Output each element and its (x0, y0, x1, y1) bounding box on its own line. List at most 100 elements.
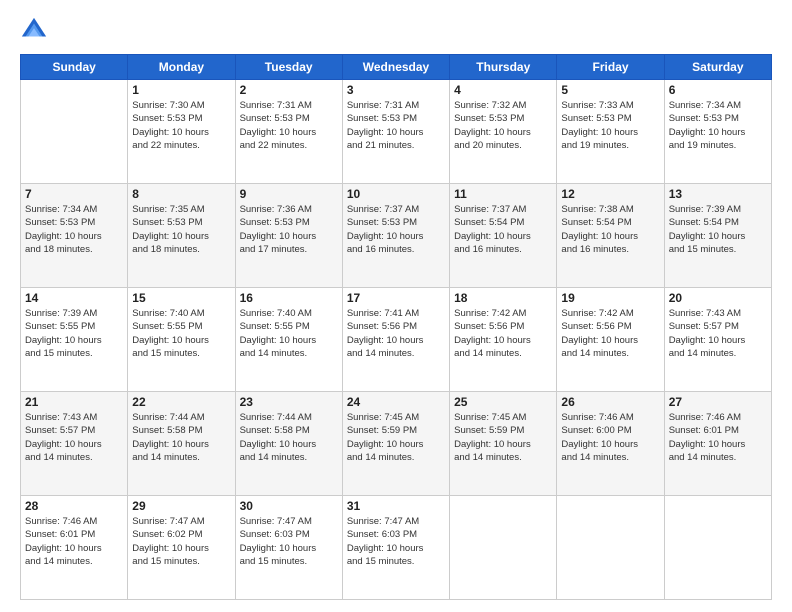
day-cell: 7 Sunrise: 7:34 AM Sunset: 5:53 PM Daylig… (21, 184, 128, 288)
day-number: 13 (669, 187, 767, 201)
day-cell: 5 Sunrise: 7:33 AM Sunset: 5:53 PM Daylig… (557, 80, 664, 184)
day-cell: 28 Sunrise: 7:46 AM Sunset: 6:01 PM Dayli… (21, 496, 128, 600)
day-number: 8 (132, 187, 230, 201)
week-row-2: 7 Sunrise: 7:34 AM Sunset: 5:53 PM Daylig… (21, 184, 772, 288)
day-info: Sunrise: 7:47 AM Sunset: 6:03 PM Dayligh… (240, 515, 338, 568)
day-cell: 26 Sunrise: 7:46 AM Sunset: 6:00 PM Dayli… (557, 392, 664, 496)
day-cell: 2 Sunrise: 7:31 AM Sunset: 5:53 PM Daylig… (235, 80, 342, 184)
weekday-header-thursday: Thursday (450, 55, 557, 80)
day-cell (664, 496, 771, 600)
day-number: 5 (561, 83, 659, 97)
weekday-header-wednesday: Wednesday (342, 55, 449, 80)
day-info: Sunrise: 7:39 AM Sunset: 5:55 PM Dayligh… (25, 307, 123, 360)
day-number: 2 (240, 83, 338, 97)
day-info: Sunrise: 7:43 AM Sunset: 5:57 PM Dayligh… (669, 307, 767, 360)
day-number: 31 (347, 499, 445, 513)
day-cell: 1 Sunrise: 7:30 AM Sunset: 5:53 PM Daylig… (128, 80, 235, 184)
day-number: 22 (132, 395, 230, 409)
day-cell: 8 Sunrise: 7:35 AM Sunset: 5:53 PM Daylig… (128, 184, 235, 288)
day-cell: 23Sunrise: 7:44 AM Sunset: 5:58 PM Dayli… (235, 392, 342, 496)
day-number: 7 (25, 187, 123, 201)
day-info: Sunrise: 7:33 AM Sunset: 5:53 PM Dayligh… (561, 99, 659, 152)
day-cell: 24 Sunrise: 7:45 AM Sunset: 5:59 PM Dayli… (342, 392, 449, 496)
day-cell: 4Sunrise: 7:32 AM Sunset: 5:53 PM Daylig… (450, 80, 557, 184)
day-number: 17 (347, 291, 445, 305)
day-info: Sunrise: 7:30 AM Sunset: 5:53 PM Dayligh… (132, 99, 230, 152)
day-cell: 6Sunrise: 7:34 AM Sunset: 5:53 PM Daylig… (664, 80, 771, 184)
day-cell: 18 Sunrise: 7:42 AM Sunset: 5:56 PM Dayli… (450, 288, 557, 392)
day-cell: 13 Sunrise: 7:39 AM Sunset: 5:54 PM Dayli… (664, 184, 771, 288)
day-info: Sunrise: 7:36 AM Sunset: 5:53 PM Dayligh… (240, 203, 338, 256)
day-info: Sunrise: 7:46 AM Sunset: 6:00 PM Dayligh… (561, 411, 659, 464)
day-info: Sunrise: 7:37 AM Sunset: 5:53 PM Dayligh… (347, 203, 445, 256)
day-cell: 11 Sunrise: 7:37 AM Sunset: 5:54 PM Dayli… (450, 184, 557, 288)
weekday-header-friday: Friday (557, 55, 664, 80)
day-cell: 16 Sunrise: 7:40 AM Sunset: 5:55 PM Dayli… (235, 288, 342, 392)
day-cell: 9 Sunrise: 7:36 AM Sunset: 5:53 PM Daylig… (235, 184, 342, 288)
day-cell (450, 496, 557, 600)
day-number: 12 (561, 187, 659, 201)
day-number: 11 (454, 187, 552, 201)
page: SundayMondayTuesdayWednesdayThursdayFrid… (0, 0, 792, 612)
day-info: Sunrise: 7:31 AM Sunset: 5:53 PM Dayligh… (240, 99, 338, 152)
day-info: Sunrise: 7:42 AM Sunset: 5:56 PM Dayligh… (454, 307, 552, 360)
day-number: 16 (240, 291, 338, 305)
day-cell: 14Sunrise: 7:39 AM Sunset: 5:55 PM Dayli… (21, 288, 128, 392)
day-cell: 20Sunrise: 7:43 AM Sunset: 5:57 PM Dayli… (664, 288, 771, 392)
day-info: Sunrise: 7:37 AM Sunset: 5:54 PM Dayligh… (454, 203, 552, 256)
day-info: Sunrise: 7:41 AM Sunset: 5:56 PM Dayligh… (347, 307, 445, 360)
week-row-4: 21 Sunrise: 7:43 AM Sunset: 5:57 PM Dayli… (21, 392, 772, 496)
weekday-header-saturday: Saturday (664, 55, 771, 80)
day-info: Sunrise: 7:47 AM Sunset: 6:03 PM Dayligh… (347, 515, 445, 568)
day-info: Sunrise: 7:42 AM Sunset: 5:56 PM Dayligh… (561, 307, 659, 360)
weekday-header-tuesday: Tuesday (235, 55, 342, 80)
day-number: 27 (669, 395, 767, 409)
weekday-header-sunday: Sunday (21, 55, 128, 80)
day-info: Sunrise: 7:45 AM Sunset: 5:59 PM Dayligh… (454, 411, 552, 464)
day-info: Sunrise: 7:40 AM Sunset: 5:55 PM Dayligh… (240, 307, 338, 360)
day-number: 18 (454, 291, 552, 305)
day-cell: 21 Sunrise: 7:43 AM Sunset: 5:57 PM Dayli… (21, 392, 128, 496)
day-cell: 17 Sunrise: 7:41 AM Sunset: 5:56 PM Dayli… (342, 288, 449, 392)
day-number: 15 (132, 291, 230, 305)
week-row-3: 14Sunrise: 7:39 AM Sunset: 5:55 PM Dayli… (21, 288, 772, 392)
day-cell: 22 Sunrise: 7:44 AM Sunset: 5:58 PM Dayli… (128, 392, 235, 496)
day-cell: 29 Sunrise: 7:47 AM Sunset: 6:02 PM Dayli… (128, 496, 235, 600)
day-number: 29 (132, 499, 230, 513)
day-info: Sunrise: 7:44 AM Sunset: 5:58 PM Dayligh… (240, 411, 338, 464)
day-info: Sunrise: 7:34 AM Sunset: 5:53 PM Dayligh… (25, 203, 123, 256)
day-cell: 3Sunrise: 7:31 AM Sunset: 5:53 PM Daylig… (342, 80, 449, 184)
day-number: 26 (561, 395, 659, 409)
week-row-5: 28 Sunrise: 7:46 AM Sunset: 6:01 PM Dayli… (21, 496, 772, 600)
day-cell: 25 Sunrise: 7:45 AM Sunset: 5:59 PM Dayli… (450, 392, 557, 496)
day-number: 9 (240, 187, 338, 201)
logo (20, 16, 52, 44)
day-number: 24 (347, 395, 445, 409)
day-info: Sunrise: 7:46 AM Sunset: 6:01 PM Dayligh… (25, 515, 123, 568)
day-cell: 10Sunrise: 7:37 AM Sunset: 5:53 PM Dayli… (342, 184, 449, 288)
day-number: 19 (561, 291, 659, 305)
day-cell: 27 Sunrise: 7:46 AM Sunset: 6:01 PM Dayli… (664, 392, 771, 496)
day-cell (557, 496, 664, 600)
day-number: 6 (669, 83, 767, 97)
day-info: Sunrise: 7:44 AM Sunset: 5:58 PM Dayligh… (132, 411, 230, 464)
day-info: Sunrise: 7:47 AM Sunset: 6:02 PM Dayligh… (132, 515, 230, 568)
day-info: Sunrise: 7:46 AM Sunset: 6:01 PM Dayligh… (669, 411, 767, 464)
day-info: Sunrise: 7:43 AM Sunset: 5:57 PM Dayligh… (25, 411, 123, 464)
day-number: 30 (240, 499, 338, 513)
day-cell: 30 Sunrise: 7:47 AM Sunset: 6:03 PM Dayli… (235, 496, 342, 600)
day-number: 25 (454, 395, 552, 409)
day-cell: 31 Sunrise: 7:47 AM Sunset: 6:03 PM Dayli… (342, 496, 449, 600)
day-number: 1 (132, 83, 230, 97)
day-info: Sunrise: 7:38 AM Sunset: 5:54 PM Dayligh… (561, 203, 659, 256)
day-info: Sunrise: 7:40 AM Sunset: 5:55 PM Dayligh… (132, 307, 230, 360)
day-cell: 12 Sunrise: 7:38 AM Sunset: 5:54 PM Dayli… (557, 184, 664, 288)
day-number: 4 (454, 83, 552, 97)
calendar-table: SundayMondayTuesdayWednesdayThursdayFrid… (20, 54, 772, 600)
day-info: Sunrise: 7:35 AM Sunset: 5:53 PM Dayligh… (132, 203, 230, 256)
day-number: 21 (25, 395, 123, 409)
day-info: Sunrise: 7:39 AM Sunset: 5:54 PM Dayligh… (669, 203, 767, 256)
day-info: Sunrise: 7:45 AM Sunset: 5:59 PM Dayligh… (347, 411, 445, 464)
day-number: 28 (25, 499, 123, 513)
day-cell (21, 80, 128, 184)
